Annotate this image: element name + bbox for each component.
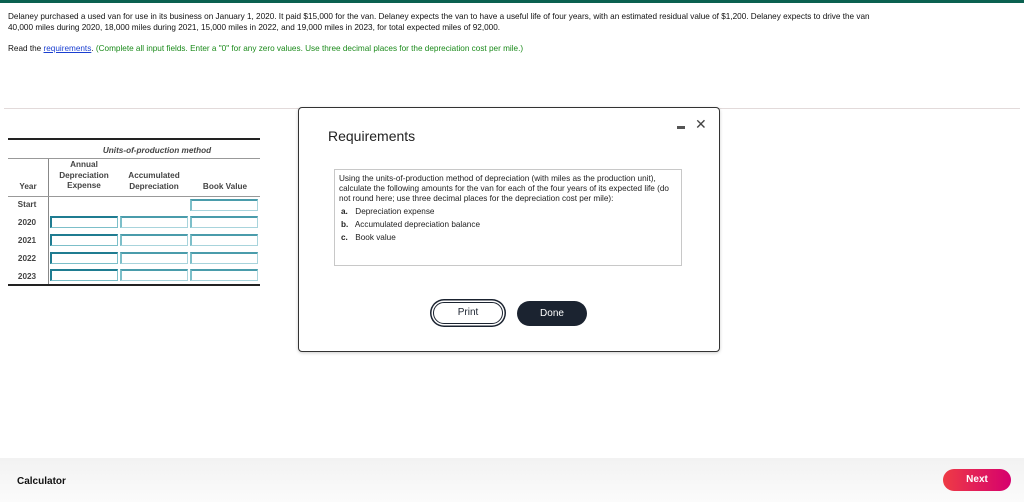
close-icon[interactable]: ✕ [695, 116, 707, 133]
done-button[interactable]: Done [517, 301, 587, 326]
requirements-link[interactable]: requirements [44, 44, 92, 53]
top-accent-bar [0, 0, 1024, 3]
next-button[interactable]: Next [943, 469, 1011, 491]
header-accum-line2: Depreciation [129, 181, 179, 191]
problem-line-1: Delaney purchased a used van for use in … [8, 12, 870, 21]
input-2022-annual-depreciation[interactable] [50, 252, 118, 264]
header-annual-line2: Depreciation [59, 170, 109, 180]
table-title: Units-of-production method [102, 146, 212, 155]
instructions: Read the requirements. (Complete all inp… [8, 44, 523, 53]
input-2023-annual-depreciation[interactable] [50, 269, 118, 281]
header-year: Year [19, 182, 37, 191]
input-2020-book-value[interactable] [190, 216, 258, 228]
row-year-2023: 2023 [17, 272, 37, 281]
table-title-rule [8, 158, 260, 159]
row-year-2021: 2021 [17, 236, 37, 245]
header-book-value: Book Value [202, 182, 248, 191]
item-text: Accumulated depreciation balance [354, 220, 480, 229]
table-bottom-rule [8, 284, 260, 286]
input-2020-accumulated-depreciation[interactable] [120, 216, 188, 228]
calculator-button[interactable]: Calculator [17, 476, 66, 487]
input-2022-accumulated-depreciation[interactable] [120, 252, 188, 264]
input-2021-book-value[interactable] [190, 234, 258, 246]
minimize-icon[interactable] [677, 126, 685, 129]
requirements-text: Using the units-of-production method of … [339, 174, 669, 203]
input-2021-annual-depreciation[interactable] [50, 234, 118, 246]
item-letter: b. [341, 220, 349, 229]
row-year-2022: 2022 [17, 254, 37, 263]
dialog-title: Requirements [328, 128, 416, 144]
footer-bar: Calculator Next [0, 458, 1024, 502]
requirement-item-b: b. Accumulated depreciation balance [339, 220, 677, 230]
problem-statement: Delaney purchased a used van for use in … [8, 11, 1008, 33]
input-2023-book-value[interactable] [190, 269, 258, 281]
problem-line-2: 40,000 miles during 2020, 18,000 miles d… [8, 23, 501, 32]
item-letter: a. [341, 207, 348, 216]
item-text: Book value [355, 233, 396, 242]
table-year-divider [48, 159, 49, 285]
print-button[interactable]: Print [433, 302, 503, 324]
header-accum-line1: Accumulated [128, 171, 180, 180]
instructions-prefix: Read the [8, 44, 44, 53]
row-year-2020: 2020 [17, 218, 37, 227]
requirement-item-a: a. Depreciation expense [339, 207, 677, 217]
table-top-rule [8, 138, 260, 140]
header-annual-line3: Expense [67, 181, 101, 190]
header-rule [8, 196, 260, 197]
requirements-dialog: Requirements ✕ Using the units-of-produc… [298, 107, 720, 352]
requirement-item-c: c. Book value [339, 233, 677, 243]
requirements-box: Using the units-of-production method of … [334, 169, 682, 266]
item-letter: c. [341, 233, 348, 242]
input-2023-accumulated-depreciation[interactable] [120, 269, 188, 281]
input-2022-book-value[interactable] [190, 252, 258, 264]
instructions-note: (Complete all input fields. Enter a "0" … [95, 44, 524, 53]
row-year-start: Start [17, 200, 37, 209]
input-2021-accumulated-depreciation[interactable] [120, 234, 188, 246]
input-start-book-value[interactable] [190, 199, 258, 211]
input-2020-annual-depreciation[interactable] [50, 216, 118, 228]
header-annual-line1: Annual [70, 160, 98, 169]
header-accumulated-depreciation: Accumulated Depreciation [120, 171, 188, 192]
header-annual-depreciation: Annual Depreciation Expense [50, 160, 118, 192]
item-text: Depreciation expense [355, 207, 435, 216]
